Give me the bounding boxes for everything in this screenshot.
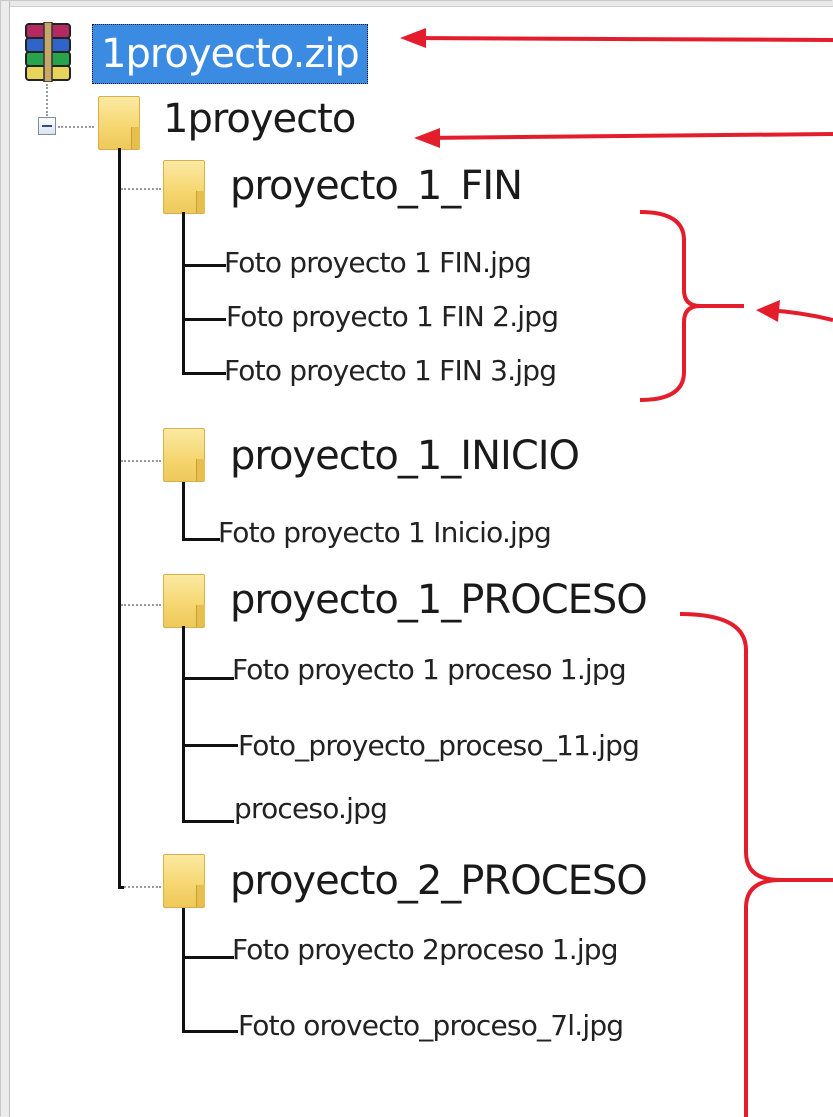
annotation-arrow-archive: [407, 36, 833, 42]
arrowhead-icon: [414, 128, 440, 148]
annotation-layer: [400, 28, 833, 1117]
arrowhead-icon: [400, 28, 426, 48]
annotation-brace-fin: [639, 210, 744, 402]
arrowhead-icon: [756, 300, 780, 322]
annotation-arrow-root: [421, 132, 833, 140]
annotation-brace-proceso: [679, 612, 833, 1117]
